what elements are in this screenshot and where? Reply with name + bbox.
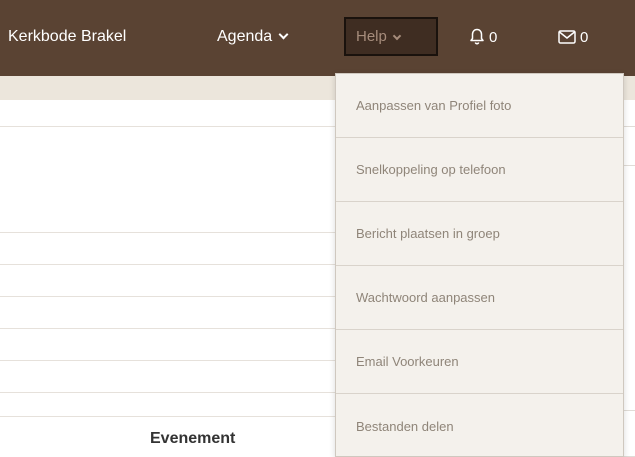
chevron-down-icon: [278, 29, 289, 40]
bell-icon: [470, 28, 484, 45]
help-menu-button[interactable]: Help: [344, 17, 438, 56]
help-label: Help: [356, 28, 387, 45]
row-divider: [0, 360, 340, 361]
menu-item-share-files[interactable]: Bestanden delen: [336, 394, 623, 457]
top-navbar: Kerkbode Brakel Agenda Help 0 0: [0, 0, 635, 76]
column-header-evenement: Evenement: [150, 430, 236, 447]
notifications-count: 0: [489, 28, 498, 46]
row-divider: [0, 416, 340, 417]
row-divider: [0, 232, 340, 233]
row-divider: [0, 126, 340, 127]
brand-link[interactable]: Kerkbode Brakel: [8, 26, 126, 48]
menu-item-phone-shortcut[interactable]: Snelkoppeling op telefoon: [336, 138, 623, 202]
row-divider: [0, 296, 340, 297]
notifications-button[interactable]: 0: [469, 23, 497, 51]
row-divider: [0, 328, 340, 329]
messages-count: 0: [580, 28, 589, 46]
row-divider: [0, 264, 340, 265]
agenda-label: Agenda: [217, 28, 273, 45]
menu-item-email-preferences[interactable]: Email Voorkeuren: [336, 330, 623, 394]
help-dropdown-menu: Aanpassen van Profiel foto Snelkoppeling…: [335, 73, 624, 457]
menu-item-group-post[interactable]: Bericht plaatsen in groep: [336, 202, 623, 266]
messages-button[interactable]: 0: [558, 23, 588, 51]
menu-item-profile-photo[interactable]: Aanpassen van Profiel foto: [336, 74, 623, 138]
menu-item-change-password[interactable]: Wachtwoord aanpassen: [336, 266, 623, 330]
agenda-menu[interactable]: Agenda: [217, 26, 289, 48]
envelope-icon: [558, 30, 576, 44]
row-divider: [0, 392, 340, 393]
chevron-down-icon: [392, 31, 402, 41]
